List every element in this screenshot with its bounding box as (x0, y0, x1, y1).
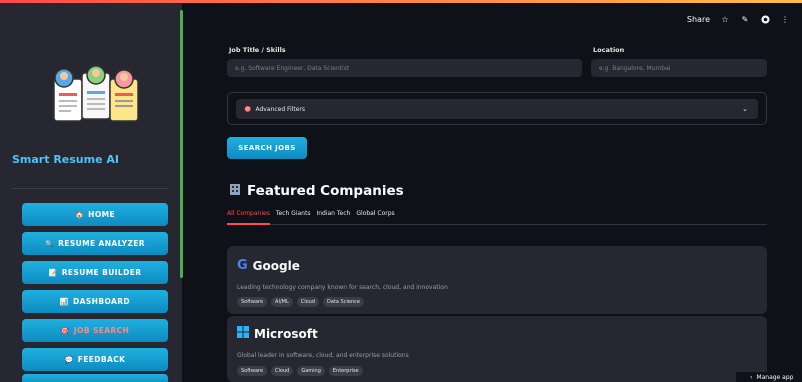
share-button[interactable]: Share (687, 15, 710, 24)
home-icon: 🏠 (75, 210, 85, 219)
edit-icon[interactable]: ✎ (740, 14, 750, 24)
company-description: Leading technology company known for sea… (237, 284, 448, 291)
tab-tech-giants[interactable]: Tech Giants (276, 210, 311, 222)
tabs-divider (227, 224, 767, 225)
advanced-filters-header[interactable]: 🎯 Advanced Filters ⌄ (236, 99, 758, 119)
tab-indian-tech[interactable]: Indian Tech (316, 210, 350, 222)
company-card-microsoft[interactable]: Microsoft Global leader in software, clo… (227, 316, 767, 382)
search-jobs-button[interactable]: SEARCH JOBS (227, 137, 307, 159)
tab-all-companies[interactable]: All Companies (227, 210, 270, 222)
company-name: G Google (237, 258, 300, 273)
job-title-input[interactable]: e.g. Software Engineer, Data Scientist (227, 59, 582, 77)
chat-icon: 💬 (64, 355, 74, 364)
sidebar-item-feedback[interactable]: 💬 FEEDBACK (22, 348, 168, 371)
company-tabs: All Companies Tech Giants Indian Tech Gl… (227, 210, 395, 222)
location-label: Location (593, 46, 625, 54)
search-icon: 🔍 (45, 239, 55, 248)
company-tags: Software AI/ML Cloud Data Science (237, 297, 364, 307)
sidebar-item-label: RESUME ANALYZER (58, 239, 145, 248)
sidebar-item-label: FEEDBACK (77, 355, 126, 364)
sidebar-item-job-search[interactable]: 🎯 JOB SEARCH (22, 319, 168, 342)
sidebar-item-more[interactable] (22, 374, 168, 382)
sidebar-item-resume-analyzer[interactable]: 🔍 RESUME ANALYZER (22, 232, 168, 255)
chevron-left-icon: ‹ (750, 373, 753, 381)
sidebar-divider (12, 188, 168, 189)
resume-illustration (53, 65, 139, 122)
building-icon (229, 183, 241, 199)
advanced-filters-label: Advanced Filters (255, 105, 306, 113)
sidebar-item-label: DASHBOARD (73, 297, 131, 306)
company-name: Microsoft (237, 326, 318, 341)
company-tags: Software Cloud Gaming Enterprise (237, 366, 363, 376)
job-title-label: Job Title / Skills (229, 46, 286, 54)
company-name-text: Google (252, 258, 300, 273)
sidebar-item-dashboard[interactable]: 📊 DASHBOARD (22, 290, 168, 313)
tag-chip: Data Science (323, 297, 364, 307)
company-description: Global leader in software, cloud, and en… (237, 352, 409, 359)
section-title-text: Featured Companies (247, 183, 404, 199)
target-icon: 🎯 (60, 326, 70, 335)
sidebar-item-label: HOME (88, 210, 115, 219)
company-card-google[interactable]: G Google Leading technology company know… (227, 246, 767, 314)
manage-app-label: Manage app (756, 373, 794, 381)
location-input[interactable]: e.g. Bangalore, Mumbai (591, 59, 767, 77)
featured-companies-title: Featured Companies (229, 183, 404, 199)
sidebar-item-label: JOB SEARCH (73, 326, 130, 335)
tag-chip: Cloud (296, 297, 320, 307)
manage-app-button[interactable]: ‹ Manage app (736, 372, 802, 382)
sidebar-scrollbar[interactable] (180, 10, 183, 278)
chart-icon: 📊 (59, 297, 70, 306)
tag-chip: Gaming (297, 366, 325, 376)
company-name-text: Microsoft (254, 326, 318, 341)
tag-chip: Enterprise (328, 366, 363, 376)
document-icon: 📝 (48, 268, 58, 277)
tag-chip: Software (237, 366, 268, 376)
tag-chip: AI/ML (271, 297, 293, 307)
tag-chip: Software (237, 297, 268, 307)
brand-title: Smart Resume AI (12, 153, 119, 166)
github-icon[interactable] (760, 14, 770, 24)
sidebar-item-home[interactable]: 🏠 HOME (22, 203, 168, 226)
target-icon: 🎯 (244, 105, 252, 113)
advanced-filters-expander[interactable]: 🎯 Advanced Filters ⌄ (227, 92, 767, 125)
google-logo-icon: G (237, 258, 248, 273)
sidebar: Smart Resume AI 🏠 HOME 🔍 RESUME ANALYZER… (0, 3, 182, 382)
sidebar-item-label: RESUME BUILDER (61, 268, 142, 277)
more-icon[interactable]: ⋮ (780, 14, 790, 24)
tag-chip: Cloud (271, 366, 294, 376)
active-tab-indicator (227, 223, 270, 225)
header-actions: Share ☆ ✎ ⋮ (687, 14, 790, 24)
chevron-down-icon: ⌄ (742, 105, 748, 113)
app-header: Share ☆ ✎ ⋮ (183, 3, 802, 35)
sidebar-item-resume-builder[interactable]: 📝 RESUME BUILDER (22, 261, 168, 284)
tab-global-corps[interactable]: Global Corps (356, 210, 394, 222)
star-icon[interactable]: ☆ (720, 14, 730, 24)
microsoft-logo-icon (237, 326, 249, 341)
